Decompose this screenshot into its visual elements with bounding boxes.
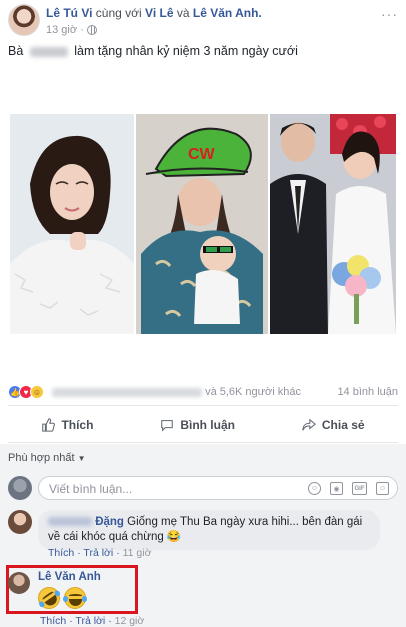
share-icon [302, 418, 316, 431]
blurred-commenter-name [48, 517, 92, 527]
rofl-emoji-icon [33, 582, 65, 614]
like-button[interactable]: Thích [41, 418, 93, 432]
comment-sort-dropdown[interactable]: Phù hợp nhất ▼ [8, 452, 86, 464]
comment-like-link[interactable]: Thích [40, 615, 66, 627]
comment-emojis [33, 582, 87, 614]
caret-down-icon: ▼ [77, 454, 86, 463]
like-label: Thích [61, 418, 94, 432]
comment-time[interactable]: 11 giờ [123, 547, 152, 559]
globe-icon[interactable] [86, 25, 97, 35]
photo-collage[interactable]: CW [0, 68, 406, 374]
share-button[interactable]: Chia sẻ [302, 418, 365, 432]
joy-emoji-icon [63, 587, 87, 609]
post-header: Lê Tú Vi cùng với Vi Lê và Lê Văn Anh. 1… [8, 4, 398, 40]
commenter-avatar[interactable] [8, 572, 30, 594]
emoji-icon[interactable]: ☺ [308, 482, 321, 495]
share-label: Chia sẻ [321, 418, 365, 432]
comments-count[interactable]: 14 bình luận [337, 386, 398, 398]
tagged-user-1[interactable]: Vi Lê [145, 6, 173, 20]
comment-button[interactable]: Bình luận [160, 418, 235, 432]
divider [8, 405, 398, 406]
post-text: Bà làm tặng nhân kỷ niệm 3 năm ngày cưới [8, 44, 298, 58]
comment-actions: Thích · Trả lời · 11 giờ [48, 547, 152, 559]
photo-bride-portrait[interactable] [10, 114, 134, 334]
divider [8, 442, 398, 443]
commenter-name[interactable]: Lê Văn Anh [38, 571, 101, 583]
wedding-couple-illustration [270, 114, 396, 334]
comment-reply-link[interactable]: Trả lời [75, 615, 105, 627]
and-text: và [176, 6, 190, 20]
comment-box[interactable]: ☺ ◉ GIF ☺ [38, 476, 398, 500]
comment-like-link[interactable]: Thích [48, 547, 74, 559]
tagged-user-2[interactable]: Lê Văn Anh. [193, 6, 262, 20]
post-text-suffix: làm tặng nhân kỷ niệm 3 năm ngày cưới [74, 44, 298, 58]
sticker-icon[interactable]: ☺ [376, 482, 389, 495]
commenter-name[interactable]: Đặng [48, 516, 124, 528]
gif-icon[interactable]: GIF [352, 482, 367, 495]
comment-label: Bình luận [180, 418, 235, 432]
more-options-icon[interactable]: ··· [381, 6, 398, 22]
post-actions: Thích Bình luận Chia sẻ [8, 412, 398, 438]
reactors-others: và 5,6K người khác [205, 386, 301, 398]
comment-reply-link[interactable]: Trả lời [83, 547, 113, 559]
bride-portrait-illustration [10, 114, 134, 334]
comment-composer: ☺ ◉ GIF ☺ [8, 474, 398, 502]
commenter-avatar[interactable] [8, 510, 32, 534]
reactors-summary[interactable]: và 5,6K người khác [52, 386, 301, 398]
post-header-line: Lê Tú Vi cùng với Vi Lê và Lê Văn Anh. [46, 6, 262, 20]
composer-tools: ☺ ◉ GIF ☺ [308, 482, 389, 495]
blurred-name [29, 46, 68, 57]
current-user-avatar [8, 476, 32, 500]
sort-label: Phù hợp nhất [8, 452, 75, 464]
post-text-prefix: Bà [8, 44, 24, 58]
camera-icon[interactable]: ◉ [330, 482, 343, 495]
hat-text: CW [188, 146, 216, 163]
post-meta: 13 giờ · [46, 24, 97, 36]
mother-baby-illustration: CW [136, 114, 268, 334]
photo-wedding-couple[interactable] [270, 114, 396, 334]
author-name[interactable]: Lê Tú Vi [46, 6, 92, 20]
photo-mother-baby[interactable]: CW [136, 114, 268, 334]
author-avatar[interactable] [8, 4, 40, 36]
haha-reaction-icon: ☺ [30, 385, 44, 399]
with-text: cùng với [95, 6, 142, 20]
post-time[interactable]: 13 giờ [46, 24, 77, 36]
comment-bubble: Đặng Giống mẹ Thu Ba ngày xưa hihi... bê… [38, 510, 380, 550]
comments-section: Phù hợp nhất ▼ ☺ ◉ GIF ☺ Đặng Giống mẹ T… [0, 444, 406, 627]
reaction-icons[interactable]: 👍 ♥ ☺ [8, 385, 44, 399]
comment-icon [161, 420, 174, 432]
comment-time[interactable]: 12 giờ [115, 615, 145, 627]
blurred-reactor-names [52, 387, 202, 397]
comment-actions: Thích · Trả lời · 12 giờ [40, 615, 145, 627]
comment-input[interactable] [49, 482, 299, 496]
thumbs-up-icon [42, 418, 56, 432]
reactions-bar: 👍 ♥ ☺ và 5,6K người khác 14 bình luận [8, 384, 398, 402]
